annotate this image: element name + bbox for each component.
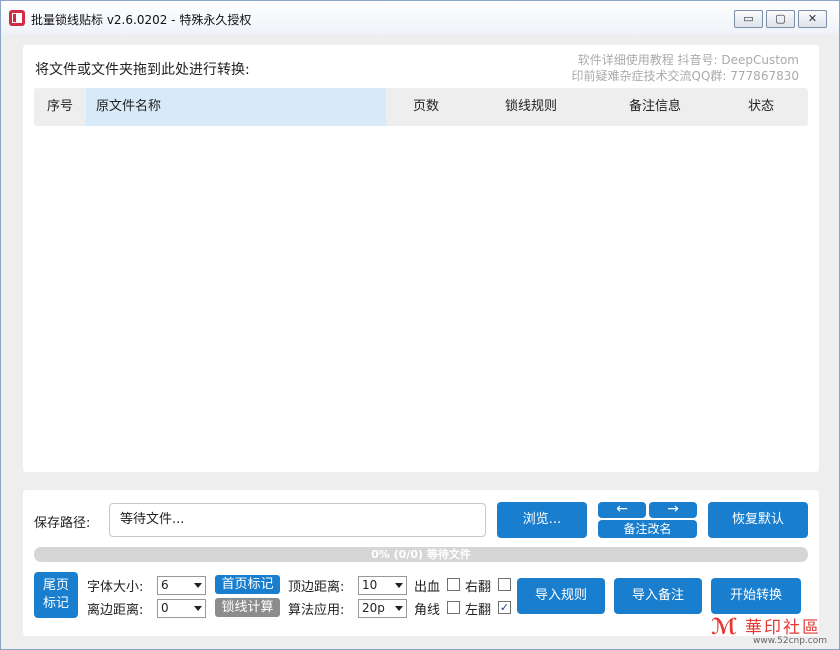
last-page-mark-line-1: 标记 <box>42 596 69 611</box>
chevron-down-icon <box>395 583 403 588</box>
import-note-button[interactable]: 导入备注 <box>614 578 702 614</box>
progress-text: 0% (0/0) 等待文件 <box>371 548 471 561</box>
minimize-icon: ▭ <box>743 12 754 25</box>
promo-line-qq: 印前疑难杂症技术交流QQ群: 777867830 <box>571 69 799 83</box>
left-flip-label: 左翻 <box>465 603 492 618</box>
column-note[interactable]: 备注信息 <box>596 88 714 126</box>
drop-hint: 将文件或文件夹拖到此处进行转换: <box>35 62 250 78</box>
save-path-label: 保存路径: <box>34 516 91 531</box>
column-status[interactable]: 状态 <box>714 88 808 126</box>
progress-bar: 0% (0/0) 等待文件 <box>34 547 808 562</box>
column-spine-rule[interactable]: 锁线规则 <box>466 88 596 126</box>
settings-panel: 保存路径: 等待文件... 浏览... ← → 备注改名 恢复默认 0% (0/… <box>23 490 819 636</box>
reset-defaults-button[interactable]: 恢复默认 <box>708 502 808 538</box>
top-distance-label: 顶边距离: <box>288 580 345 595</box>
logo-icon: ℳ <box>711 615 738 640</box>
spine-calc-button[interactable]: 锁线计算 <box>215 598 280 617</box>
chevron-down-icon <box>395 606 403 611</box>
maximize-icon: ▢ <box>775 12 786 25</box>
promo-line-tutorial: 软件详细使用教程 抖音号: DeepCustom <box>577 53 799 67</box>
maximize-button[interactable]: ▢ <box>766 10 795 28</box>
corner-line-label: 角线 <box>414 603 441 618</box>
margin-value: 0 <box>161 601 169 615</box>
last-page-mark-button[interactable]: 尾页 标记 <box>34 572 78 618</box>
watermark-title: 華印社區 <box>745 618 821 638</box>
algorithm-select[interactable]: 20p <box>358 599 407 618</box>
algorithm-label: 算法应用: <box>288 603 345 618</box>
algorithm-value: 20p <box>362 601 385 615</box>
note-rename-button[interactable]: 备注改名 <box>598 520 697 538</box>
margin-label: 离边距离: <box>87 603 144 618</box>
site-watermark: ℳ 華印社區 www.52cnp.com <box>709 613 839 649</box>
arrow-left-button[interactable]: ← <box>598 502 646 518</box>
font-size-label: 字体大小: <box>87 580 144 595</box>
close-button[interactable]: ✕ <box>798 10 827 28</box>
start-convert-button[interactable]: 开始转换 <box>711 578 801 614</box>
right-flip-checkbox[interactable] <box>498 578 511 591</box>
top-distance-value: 10 <box>362 578 378 592</box>
bleed-checkbox[interactable] <box>447 578 460 591</box>
file-table-header: 序号 原文件名称 页数 锁线规则 备注信息 状态 <box>34 88 808 126</box>
app-window: 批量锁线贴标 v2.6.0202 - 特殊永久授权 ▭ ▢ ✕ 将文件或文件夹拖… <box>0 0 840 650</box>
font-size-value: 6 <box>161 578 169 592</box>
last-page-mark-line-0: 尾页 <box>42 578 69 593</box>
close-icon: ✕ <box>807 12 818 25</box>
corner-line-checkbox[interactable] <box>447 601 460 614</box>
top-distance-select[interactable]: 10 <box>358 576 407 595</box>
column-filename[interactable]: 原文件名称 <box>86 88 386 126</box>
arrow-right-button[interactable]: → <box>649 502 697 518</box>
chevron-down-icon <box>194 606 202 611</box>
minimize-button[interactable]: ▭ <box>734 10 763 28</box>
font-size-select[interactable]: 6 <box>157 576 206 595</box>
file-drop-panel[interactable]: 将文件或文件夹拖到此处进行转换: 软件详细使用教程 抖音号: DeepCusto… <box>23 45 819 472</box>
save-path-input[interactable]: 等待文件... <box>109 503 486 537</box>
promo-text: 软件详细使用教程 抖音号: DeepCustom 印前疑难杂症技术交流QQ群: … <box>572 52 799 84</box>
window-title: 批量锁线贴标 v2.6.0202 - 特殊永久授权 <box>31 13 252 27</box>
right-flip-label: 右翻 <box>465 580 492 595</box>
column-index[interactable]: 序号 <box>34 88 86 126</box>
column-pages[interactable]: 页数 <box>386 88 466 126</box>
left-flip-checkbox[interactable]: ✓ <box>498 601 511 614</box>
margin-select[interactable]: 0 <box>157 599 206 618</box>
app-icon <box>9 10 25 26</box>
first-page-mark-button[interactable]: 首页标记 <box>215 575 280 594</box>
title-bar[interactable]: 批量锁线贴标 v2.6.0202 - 特殊永久授权 ▭ ▢ ✕ <box>1 1 839 35</box>
browse-button[interactable]: 浏览... <box>497 502 587 538</box>
bleed-label: 出血 <box>414 580 441 595</box>
watermark-url: www.52cnp.com <box>753 636 828 646</box>
import-rule-button[interactable]: 导入规则 <box>517 578 605 614</box>
chevron-down-icon <box>194 583 202 588</box>
